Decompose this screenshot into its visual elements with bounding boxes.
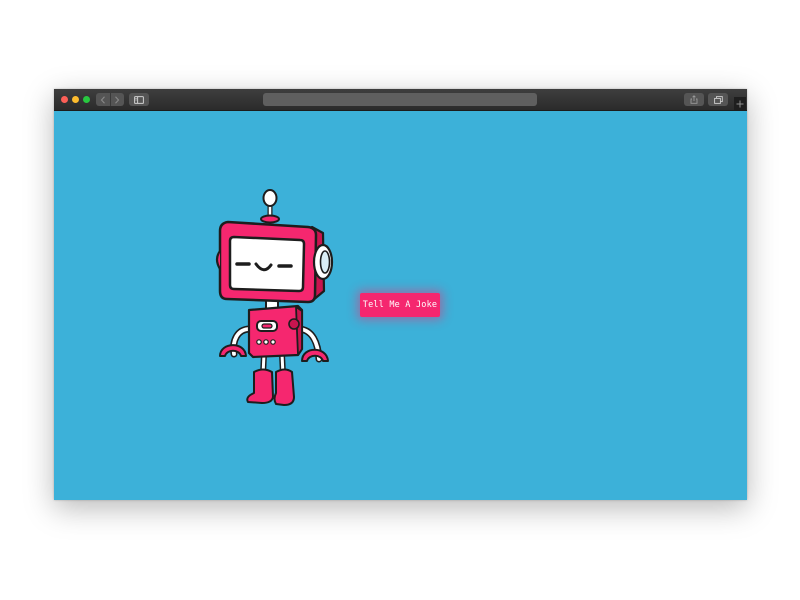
chevron-right-icon [115, 95, 120, 104]
minimize-window-button[interactable] [72, 96, 79, 103]
share-icon [690, 95, 698, 104]
history-nav-group [96, 93, 124, 106]
tell-joke-button[interactable]: Tell Me A Joke [360, 293, 440, 317]
close-window-button[interactable] [61, 96, 68, 103]
maximize-window-button[interactable] [83, 96, 90, 103]
forward-button[interactable] [109, 93, 125, 106]
sidebar-toggle-button[interactable] [129, 93, 149, 106]
plus-icon [736, 100, 744, 107]
tabs-icon [713, 95, 723, 104]
browser-toolbar [54, 89, 747, 111]
browser-window: Tell Me A Joke [54, 89, 747, 500]
back-button[interactable] [96, 93, 110, 106]
show-tabs-button[interactable] [708, 93, 728, 106]
chevron-left-icon [100, 95, 105, 104]
share-button[interactable] [684, 93, 704, 106]
address-bar[interactable] [263, 93, 537, 106]
sidebar-icon [134, 95, 144, 104]
page-content: Tell Me A Joke [54, 111, 747, 500]
new-tab-button[interactable] [734, 97, 746, 110]
robot-illustration [215, 189, 334, 406]
